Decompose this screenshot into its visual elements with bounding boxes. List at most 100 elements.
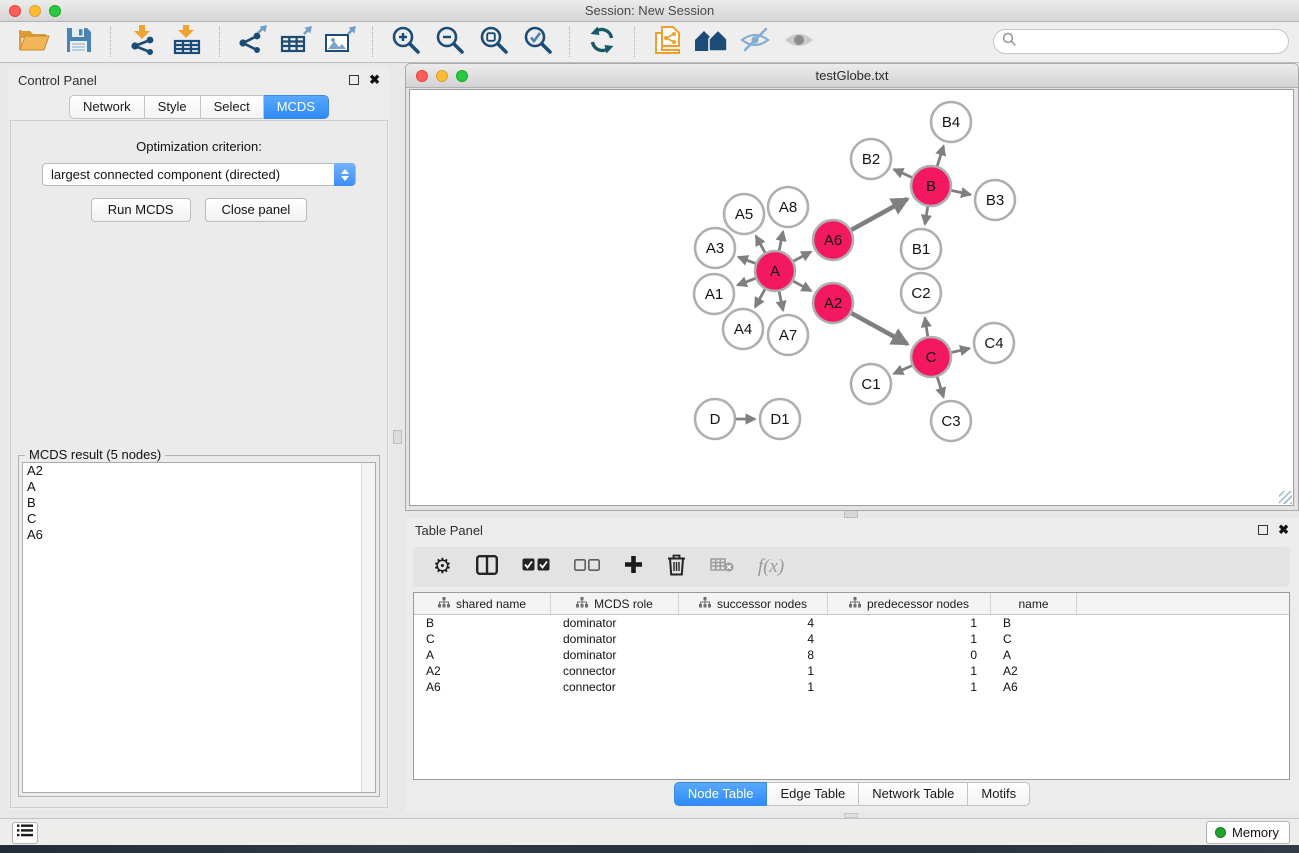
- table-cell-successor-nodes[interactable]: 8: [679, 647, 828, 663]
- tab-edge-table[interactable]: Edge Table: [767, 782, 859, 806]
- tab-node-table[interactable]: Node Table: [674, 782, 768, 806]
- table-cell-mcds-role[interactable]: dominator: [551, 631, 679, 647]
- table-cell-successor-nodes[interactable]: 4: [679, 615, 828, 631]
- export-image-icon: [324, 25, 356, 60]
- result-item[interactable]: A6: [23, 527, 375, 543]
- task-history-button[interactable]: [12, 822, 38, 844]
- close-panel-icon[interactable]: ✖: [369, 75, 380, 85]
- tab-motifs[interactable]: Motifs: [968, 782, 1030, 806]
- table-cell-predecessor-nodes[interactable]: 1: [828, 615, 991, 631]
- float-panel-icon[interactable]: [349, 75, 359, 85]
- result-item[interactable]: A2: [23, 463, 375, 479]
- add-column-icon: [624, 555, 643, 579]
- table-cell-predecessor-nodes[interactable]: 1: [828, 679, 991, 695]
- close-table-panel-icon[interactable]: ✖: [1278, 525, 1289, 535]
- delete-table-button[interactable]: [710, 557, 734, 577]
- clone-network-button[interactable]: [647, 25, 687, 59]
- hide-selected-button[interactable]: [735, 25, 775, 59]
- import-table-button[interactable]: [167, 25, 207, 59]
- table-cell-shared-name[interactable]: A: [414, 647, 551, 663]
- memory-button[interactable]: Memory: [1206, 821, 1290, 844]
- open-file-button[interactable]: [14, 25, 54, 59]
- float-table-panel-icon[interactable]: [1258, 525, 1268, 535]
- add-column-button[interactable]: [624, 555, 643, 579]
- graph-node-label: C1: [861, 376, 880, 393]
- zoom-in-button[interactable]: [385, 25, 425, 59]
- zoom-window-button[interactable]: [49, 5, 61, 17]
- table-cell-shared-name[interactable]: A6: [414, 679, 551, 695]
- export-table-button[interactable]: [276, 25, 316, 59]
- result-item[interactable]: C: [23, 511, 375, 527]
- column-header-successor-nodes[interactable]: successor nodes: [679, 593, 828, 614]
- window-resize-grip[interactable]: [1279, 491, 1292, 504]
- table-cell-predecessor-nodes[interactable]: 0: [828, 647, 991, 663]
- horizontal-splitter-grip[interactable]: [844, 510, 858, 518]
- vertical-splitter-grip[interactable]: [393, 430, 402, 444]
- table-cell-name[interactable]: B: [991, 615, 1077, 631]
- table-cell-successor-nodes[interactable]: 1: [679, 663, 828, 679]
- table-cell-successor-nodes[interactable]: 4: [679, 631, 828, 647]
- table-cell-name[interactable]: A: [991, 647, 1077, 663]
- delete-column-button[interactable]: [667, 554, 686, 581]
- network-close-button[interactable]: [416, 70, 428, 82]
- home-button[interactable]: [691, 25, 731, 59]
- table-row[interactable]: Bdominator41B: [414, 615, 1289, 631]
- result-item[interactable]: A: [23, 479, 375, 495]
- split-columns-button[interactable]: [476, 555, 498, 580]
- search-box[interactable]: [993, 29, 1289, 54]
- table-cell-mcds-role[interactable]: connector: [551, 679, 679, 695]
- network-minimize-button[interactable]: [436, 70, 448, 82]
- close-panel-button[interactable]: Close panel: [205, 198, 308, 222]
- export-image-button[interactable]: [320, 25, 360, 59]
- gear-button[interactable]: ⚙: [433, 557, 452, 577]
- network-zoom-button[interactable]: [456, 70, 468, 82]
- zoom-selected-button[interactable]: [517, 25, 557, 59]
- graph-node-label: A3: [706, 240, 724, 257]
- criterion-dropdown[interactable]: largest connected component (directed): [42, 163, 356, 186]
- tab-network-table[interactable]: Network Table: [859, 782, 968, 806]
- zoom-fit-button[interactable]: [473, 25, 513, 59]
- table-row[interactable]: Adominator80A: [414, 647, 1289, 663]
- result-item[interactable]: B: [23, 495, 375, 511]
- table-cell-name[interactable]: A2: [991, 663, 1077, 679]
- tab-mcds[interactable]: MCDS: [264, 95, 329, 119]
- table-cell-name[interactable]: A6: [991, 679, 1077, 695]
- table-cell-shared-name[interactable]: C: [414, 631, 551, 647]
- result-scrollbar[interactable]: [361, 463, 375, 792]
- table-cell-predecessor-nodes[interactable]: 1: [828, 631, 991, 647]
- table-cell-name[interactable]: C: [991, 631, 1077, 647]
- network-window-titlebar[interactable]: testGlobe.txt: [406, 64, 1298, 88]
- column-header-predecessor-nodes[interactable]: predecessor nodes: [828, 593, 991, 614]
- mcds-result-list[interactable]: A2ABCA6: [22, 462, 376, 793]
- run-mcds-button[interactable]: Run MCDS: [91, 198, 191, 222]
- table-row[interactable]: A2connector11A2: [414, 663, 1289, 679]
- tab-network[interactable]: Network: [69, 95, 145, 119]
- table-row[interactable]: Cdominator41C: [414, 631, 1289, 647]
- table-cell-predecessor-nodes[interactable]: 1: [828, 663, 991, 679]
- export-network-button[interactable]: [232, 25, 272, 59]
- save-session-button[interactable]: [58, 25, 98, 59]
- tab-select[interactable]: Select: [201, 95, 264, 119]
- deselect-all-button[interactable]: [574, 558, 600, 576]
- table-cell-mcds-role[interactable]: dominator: [551, 647, 679, 663]
- network-canvas[interactable]: B4B2BB3A8A5A6A3B1AA1C2A2A4A7C4CC1DD1C3: [409, 89, 1294, 506]
- column-header-name[interactable]: name: [991, 593, 1077, 614]
- select-all-button[interactable]: [522, 558, 550, 576]
- close-window-button[interactable]: [9, 5, 21, 17]
- zoom-out-button[interactable]: [429, 25, 469, 59]
- table-cell-mcds-role[interactable]: dominator: [551, 615, 679, 631]
- minimize-window-button[interactable]: [29, 5, 41, 17]
- import-network-button[interactable]: [123, 25, 163, 59]
- search-input[interactable]: [1022, 34, 1272, 49]
- table-cell-shared-name[interactable]: B: [414, 615, 551, 631]
- table-cell-mcds-role[interactable]: connector: [551, 663, 679, 679]
- table-cell-shared-name[interactable]: A2: [414, 663, 551, 679]
- table-cell-successor-nodes[interactable]: 1: [679, 679, 828, 695]
- column-header-MCDS-role[interactable]: MCDS role: [551, 593, 679, 614]
- table-row[interactable]: A6connector11A6: [414, 679, 1289, 695]
- function-builder-button[interactable]: f(x): [758, 556, 784, 578]
- tab-style[interactable]: Style: [145, 95, 201, 119]
- show-all-button[interactable]: [779, 25, 819, 59]
- refresh-button[interactable]: [582, 25, 622, 59]
- column-header-shared-name[interactable]: shared name: [414, 593, 551, 614]
